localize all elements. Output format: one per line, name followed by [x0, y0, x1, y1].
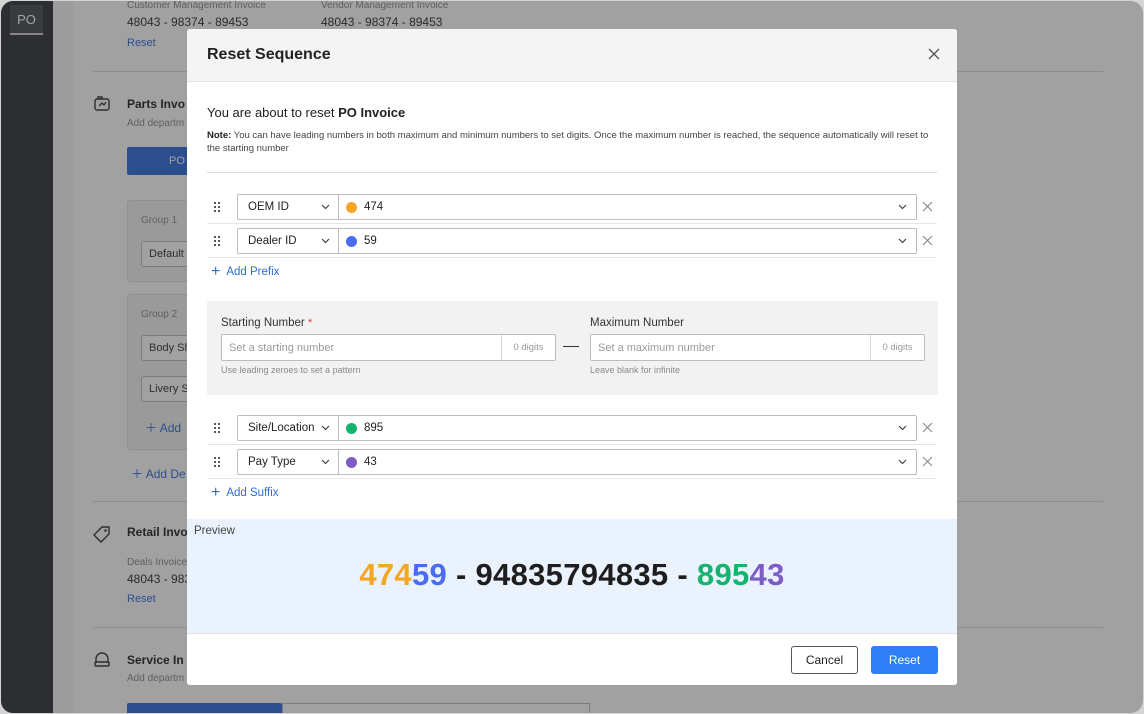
starting-number-text: Starting Number [221, 317, 305, 329]
prefix-field-select[interactable]: Dealer ID [237, 228, 339, 254]
remove-icon[interactable] [922, 235, 933, 246]
prefix-value-label: 474 [364, 201, 384, 213]
cancel-button[interactable]: Cancel [791, 646, 858, 674]
suffix-row: Site/Location 895 [207, 411, 937, 445]
suffix-value-select[interactable]: 43 [338, 449, 917, 475]
prefix-field-label: Dealer ID [248, 235, 297, 247]
suffix-value-label: 43 [364, 456, 377, 468]
preview-value: 47459 - 94835794835 - 89543 [187, 557, 957, 593]
note-text: You can have leading numbers in both max… [207, 130, 929, 154]
preview-part: - [447, 557, 476, 592]
color-dot [346, 457, 357, 468]
chevron-down-icon [898, 204, 907, 210]
intro-prefix: You are about to reset [207, 105, 339, 120]
maximum-number-digits: 0 digits [870, 335, 924, 360]
starting-number-field: 0 digits [221, 334, 556, 361]
maximum-number-hint: Leave blank for infinite [590, 365, 681, 375]
preview-part: 895 [696, 557, 750, 592]
preview-part: 474 [359, 557, 412, 592]
suffix-value-select[interactable]: 895 [338, 415, 917, 441]
prefix-field-label: OEM ID [248, 201, 289, 213]
starting-number-label: Starting Number * [221, 317, 312, 329]
color-dot [346, 423, 357, 434]
note-label: Note: [207, 130, 232, 141]
reset-note: Note: You can have leading numbers in bo… [207, 129, 929, 155]
suffix-value-label: 895 [364, 422, 384, 434]
maximum-number-input[interactable] [591, 335, 871, 360]
preview-panel: Preview 47459 - 94835794835 - 89543 [187, 519, 957, 633]
add-suffix-label: Add Suffix [226, 487, 279, 499]
prefix-row: OEM ID 474 [207, 190, 937, 224]
drag-handle-icon[interactable] [213, 201, 221, 213]
suffix-field-label: Site/Location [248, 422, 315, 434]
required-mark: * [307, 317, 313, 329]
divider [207, 172, 937, 173]
drag-handle-icon[interactable] [213, 422, 221, 434]
chevron-down-icon [898, 425, 907, 431]
prefix-value-select[interactable]: 59 [338, 228, 917, 254]
suffix-field-select[interactable]: Pay Type [237, 449, 339, 475]
reset-button[interactable]: Reset [871, 646, 938, 674]
reset-sequence-modal: Reset Sequence You are about to reset PO… [187, 29, 957, 685]
app-window: PO Customer Management Invoice 48043 - 9… [1, 1, 1143, 713]
add-prefix-label: Add Prefix [226, 266, 280, 278]
chevron-down-icon [321, 238, 330, 244]
drag-handle-icon[interactable] [213, 235, 221, 247]
preview-part: - [668, 557, 697, 592]
starting-number-hint: Use leading zeroes to set a pattern [221, 365, 361, 375]
starting-number-digits: 0 digits [501, 335, 555, 360]
intro-target: PO Invoice [338, 105, 406, 120]
starting-number-input[interactable] [222, 335, 502, 360]
chevron-down-icon [898, 459, 907, 465]
plus-icon: + [211, 484, 221, 501]
modal-title: Reset Sequence [207, 46, 331, 63]
prefix-row: Dealer ID 59 [207, 224, 937, 258]
preview-part: 59 [411, 557, 448, 592]
modal-header: Reset Sequence [187, 29, 957, 82]
range-dash [563, 346, 579, 347]
remove-icon[interactable] [922, 201, 933, 212]
chevron-down-icon [321, 425, 330, 431]
add-prefix-link[interactable]: + Add Prefix [211, 263, 280, 280]
plus-icon: + [211, 263, 221, 280]
remove-icon[interactable] [922, 456, 933, 467]
remove-icon[interactable] [922, 422, 933, 433]
maximum-number-field: 0 digits [590, 334, 925, 361]
color-dot [346, 236, 357, 247]
modal-footer: Cancel Reset [187, 633, 957, 685]
preview-label: Preview [194, 525, 235, 537]
add-suffix-link[interactable]: + Add Suffix [211, 484, 279, 501]
preview-part: 43 [749, 557, 785, 592]
suffix-field-label: Pay Type [248, 456, 296, 468]
number-range-panel: Starting Number * 0 digits Use leading z… [207, 301, 938, 395]
suffix-row: Pay Type 43 [207, 445, 937, 479]
suffix-field-select[interactable]: Site/Location [237, 415, 339, 441]
chevron-down-icon [321, 204, 330, 210]
preview-part: 94835794835 [475, 557, 669, 592]
prefix-field-select[interactable]: OEM ID [237, 194, 339, 220]
chevron-down-icon [321, 459, 330, 465]
prefix-value-select[interactable]: 474 [338, 194, 917, 220]
color-dot [346, 202, 357, 213]
reset-intro: You are about to reset PO Invoice [207, 105, 405, 120]
close-icon[interactable] [927, 47, 941, 61]
drag-handle-icon[interactable] [213, 456, 221, 468]
prefix-value-label: 59 [364, 235, 377, 247]
chevron-down-icon [898, 238, 907, 244]
maximum-number-label: Maximum Number [590, 317, 684, 329]
